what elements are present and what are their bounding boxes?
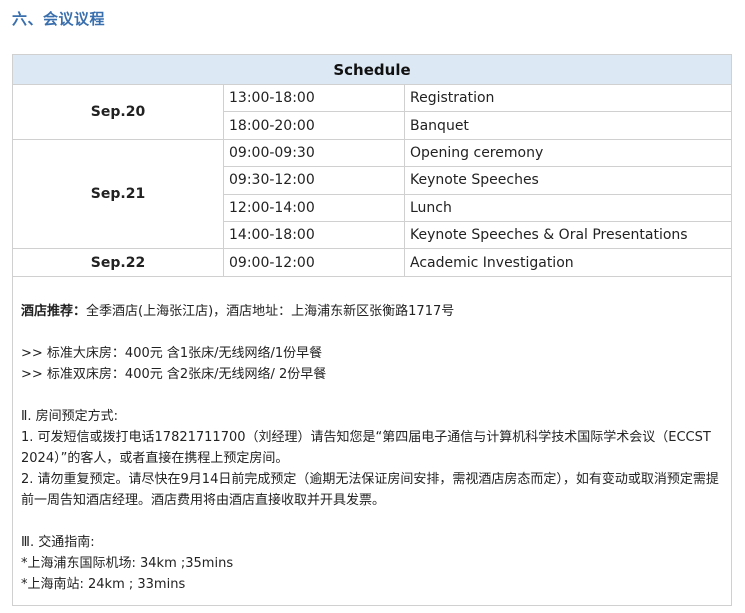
schedule-time: 09:30-12:00 (223, 166, 405, 195)
schedule-event: Keynote Speeches & Oral Presentations (404, 220, 732, 250)
schedule-event: Opening ceremony (404, 138, 732, 168)
schedule-date: Sep.20 (12, 84, 224, 140)
booking-step-1: 1. 可发短信或拨打电话17821711700（刘经理）请告知您是“第四届电子通… (21, 430, 711, 466)
schedule-time: 09:00-12:00 (223, 248, 405, 277)
room-single: >> 标准大床房：400元 含1张床/无线网络/1份早餐 (21, 346, 323, 361)
schedule-table: Schedule Sep.20 13:00-18:00 Registration… (12, 54, 732, 277)
room-double: >> 标准双床房：400元 含2张床/无线网络/ 2份早餐 (21, 367, 327, 382)
table-row: Sep.22 09:00-12:00 Academic Investigatio… (12, 248, 732, 277)
schedule-time: 12:00-14:00 (223, 193, 405, 222)
schedule-event: Lunch (404, 193, 732, 222)
schedule-time: 14:00-18:00 (223, 220, 405, 250)
schedule-time: 09:00-09:30 (223, 138, 405, 168)
schedule-header: Schedule (12, 54, 732, 85)
info-notes: 酒店推荐：全季酒店(上海张江店)，酒店地址：上海浦东新区张衡路1717号 >> … (12, 276, 732, 606)
schedule-date: Sep.21 (12, 138, 224, 250)
schedule-event: Registration (404, 83, 732, 113)
traffic-airport: *上海浦东国际机场: 34km ;35mins (21, 556, 234, 571)
booking-step-2: 2. 请勿重复预定。请尽快在9月14日前完成预定（逾期无法保证房间安排，需视酒店… (21, 472, 719, 508)
section-title: 六、会议议程 (12, 10, 106, 28)
schedule-event: Keynote Speeches (404, 166, 732, 195)
table-row: Sep.20 13:00-18:00 Registration (12, 83, 732, 140)
hotel-text: 全季酒店(上海张江店)，酒店地址：上海浦东新区张衡路1717号 (86, 304, 455, 319)
schedule-time: 18:00-20:00 (223, 111, 405, 140)
hotel-recommendation: 酒店推荐：全季酒店(上海张江店)，酒店地址：上海浦东新区张衡路1717号 (21, 301, 723, 322)
hotel-label: 酒店推荐： (21, 304, 87, 319)
table-row: Sep.21 09:00-09:30 Opening ceremony (12, 138, 732, 250)
schedule-event: Academic Investigation (404, 248, 732, 277)
schedule-date: Sep.22 (12, 248, 224, 277)
booking-heading: Ⅱ. 房间预定方式: (21, 409, 119, 424)
schedule-event: Banquet (404, 111, 732, 140)
traffic-station: *上海南站: 24km ; 33mins (21, 577, 186, 592)
traffic-heading: Ⅲ. 交通指南: (21, 535, 95, 550)
schedule-time: 13:00-18:00 (223, 83, 405, 113)
